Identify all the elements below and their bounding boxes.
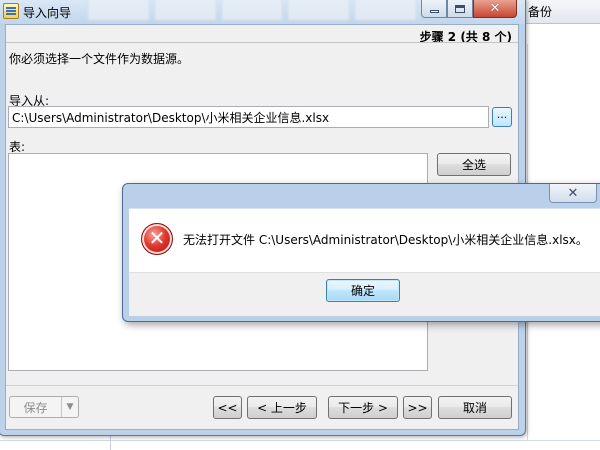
blurred-tab <box>354 0 417 21</box>
blurred-tab <box>287 0 351 21</box>
first-step-button[interactable]: << <box>213 396 242 419</box>
footer-divider <box>6 385 518 386</box>
wizard-app-icon <box>3 3 19 19</box>
save-dropdown-icon[interactable]: ▼ <box>62 397 78 417</box>
error-icon: ✕ <box>141 223 173 255</box>
minimize-icon <box>429 10 439 13</box>
error-dialog-close-button[interactable]: ✕ <box>549 184 597 203</box>
blurred-background-tabs <box>87 0 417 23</box>
instruction-text: 你必须选择一个文件作为数据源。 <box>9 52 190 66</box>
select-all-button[interactable]: 全选 <box>437 153 511 176</box>
window-caption-buttons: ✕ <box>421 0 517 18</box>
close-button[interactable]: ✕ <box>473 0 517 18</box>
cancel-button[interactable]: 取消 <box>438 396 512 419</box>
error-dialog-footer: 确定 <box>129 272 600 316</box>
browse-button[interactable]: ... <box>492 107 512 127</box>
maximize-icon <box>455 4 465 13</box>
background-status-area <box>0 440 600 450</box>
wizard-titlebar[interactable]: 导入向导 ✕ <box>0 0 525 24</box>
header-divider <box>6 42 518 43</box>
error-dialog: ✕ ✕ 无法打开文件 C:\Users\Administrator\Deskto… <box>122 183 600 322</box>
blurred-tab <box>87 0 150 21</box>
error-dialog-content: ✕ 无法打开文件 C:\Users\Administrator\Desktop\… <box>129 208 600 272</box>
error-message: 无法打开文件 C:\Users\Administrator\Desktop\小米… <box>183 233 588 247</box>
blurred-tab <box>153 0 217 21</box>
last-step-button[interactable]: >> <box>403 396 432 419</box>
ok-button[interactable]: 确定 <box>326 279 400 302</box>
wizard-title: 导入向导 <box>23 6 72 20</box>
minimize-button[interactable] <box>421 0 447 18</box>
close-icon: ✕ <box>567 185 579 201</box>
save-split-button: 保存 ▼ <box>9 396 79 418</box>
background-tab-label: 备份 <box>528 5 553 19</box>
import-path-input[interactable] <box>8 106 489 128</box>
close-icon: ✕ <box>489 1 501 16</box>
previous-step-button[interactable]: < 上一步 <box>247 396 317 419</box>
maximize-button[interactable] <box>447 0 473 18</box>
next-step-button[interactable]: 下一步 > <box>328 396 398 419</box>
error-dialog-title <box>441 190 444 200</box>
save-button[interactable]: 保存 <box>10 397 62 417</box>
blurred-tab <box>220 0 284 21</box>
